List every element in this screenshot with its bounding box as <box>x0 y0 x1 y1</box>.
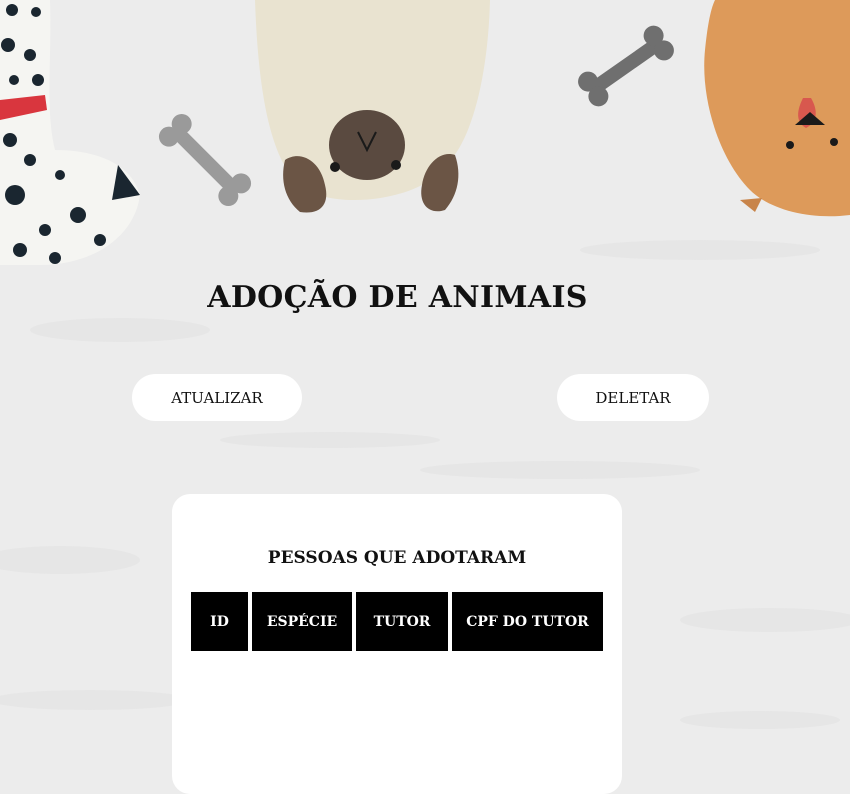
update-button[interactable]: ATUALIZAR <box>132 374 302 421</box>
column-header-tutor-cpf: CPF DO TUTOR <box>452 592 603 651</box>
pomeranian-illustration <box>704 0 850 217</box>
adopters-table-title: PESSOAS QUE ADOTARAM <box>267 548 527 568</box>
bone-icon <box>578 25 674 107</box>
bone-icon <box>158 113 252 207</box>
adopters-table-header: ID ESPÉCIE TUTOR CPF DO TUTOR <box>191 592 603 651</box>
column-header-tutor: TUTOR <box>356 592 448 651</box>
pug-illustration <box>255 0 490 213</box>
dogs-illustration <box>0 0 850 265</box>
page-title: ADOÇÃO DE ANIMAIS <box>207 280 588 315</box>
column-header-id: ID <box>191 592 248 651</box>
dalmatian-illustration <box>0 0 140 265</box>
delete-button[interactable]: DELETAR <box>557 374 709 421</box>
column-header-species: ESPÉCIE <box>252 592 352 651</box>
